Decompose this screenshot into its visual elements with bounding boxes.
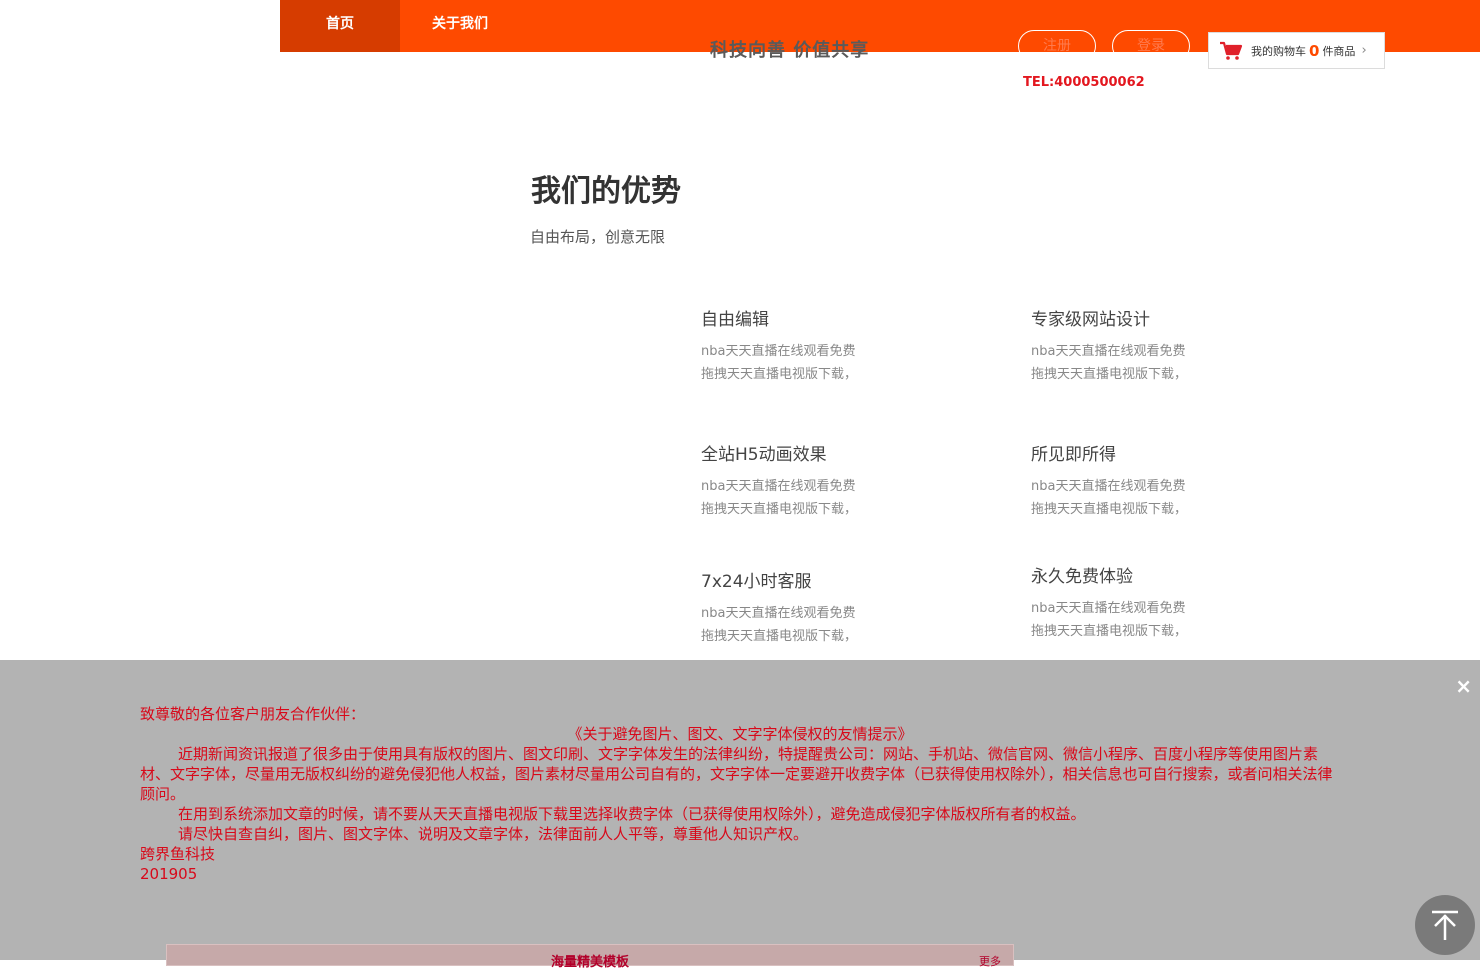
- cart-suffix: 件商品: [1322, 44, 1356, 58]
- notice-paragraph: 请尽快自查自纠，图片、图文字体、说明及文章字体，法律面前人人平等，尊重他人知识产…: [178, 825, 809, 843]
- shopping-cart-button[interactable]: 我的购物车 0 件商品 ›: [1208, 32, 1385, 69]
- site-slogan: 科技向善 价值共享: [710, 40, 870, 61]
- cart-count: 0: [1309, 41, 1320, 60]
- feature-card: 自由编辑 nba天天直播在线观看免费 拖拽天天直播电视版下载，: [701, 305, 941, 384]
- notice-paragraph: 在用到系统添加文章的时候，请不要从天天直播电视版下载里选择收费字体（已获得使用权…: [178, 805, 1086, 823]
- section-subtitle: 自由布局，创意无限: [530, 228, 666, 246]
- notice-greeting: 致尊敬的各位客户朋友合作伙伴：: [140, 705, 366, 723]
- feature-card: 全站H5动画效果 nba天天直播在线观看免费 拖拽天天直播电视版下载，: [701, 440, 941, 519]
- feature-card: 所见即所得 nba天天直播在线观看免费 拖拽天天直播电视版下载，: [1031, 440, 1271, 519]
- nav-item-about[interactable]: 关于我们: [400, 0, 520, 52]
- feature-title: 全站H5动画效果: [701, 445, 827, 465]
- template-banner[interactable]: 海量精美模板 更多: [166, 944, 1014, 970]
- feature-title: 自由编辑: [701, 310, 769, 330]
- feature-description: nba天天直播在线观看免费 拖拽天天直播电视版下载，: [701, 344, 858, 382]
- feature-description: nba天天直播在线观看免费 拖拽天天直播电视版下载，: [1031, 601, 1188, 639]
- close-icon[interactable]: ×: [1455, 674, 1472, 698]
- feature-title: 所见即所得: [1031, 445, 1116, 465]
- feature-description: nba天天直播在线观看免费 拖拽天天直播电视版下载，: [701, 479, 858, 517]
- notice-date: 201905: [140, 865, 198, 883]
- feature-card: 专家级网站设计 nba天天直播在线观看免费 拖拽天天直播电视版下载，: [1031, 305, 1271, 384]
- notice-paragraph: 近期新闻资讯报道了很多由于使用具有版权的图片、图文印刷、文字字体发生的法律纠纷，…: [140, 745, 1333, 803]
- copyright-notice-overlay: × 致尊敬的各位客户朋友合作伙伴： 《关于避免图片、图文、文字字体侵权的友情提示…: [0, 660, 1480, 970]
- copyright-notice: 致尊敬的各位客户朋友合作伙伴： 《关于避免图片、图文、文字字体侵权的友情提示》 …: [140, 704, 1340, 884]
- more-link[interactable]: 更多: [979, 953, 1001, 969]
- cart-icon: [1220, 41, 1243, 60]
- template-banner-title: 海量精美模板: [550, 955, 629, 970]
- feature-title: 永久免费体验: [1031, 567, 1133, 587]
- feature-description: nba天天直播在线观看免费 拖拽天天直播电视版下载，: [1031, 344, 1188, 382]
- feature-description: nba天天直播在线观看免费 拖拽天天直播电视版下载，: [1031, 479, 1188, 517]
- cart-label: 我的购物车: [1251, 44, 1306, 58]
- back-to-top-button[interactable]: [1415, 895, 1475, 955]
- feature-description: nba天天直播在线观看免费 拖拽天天直播电视版下载，: [701, 606, 858, 644]
- section-title: 我们的优势: [531, 174, 681, 209]
- notice-heading: 《关于避免图片、图文、文字字体侵权的友情提示》: [567, 725, 913, 743]
- feature-card: 永久免费体验 nba天天直播在线观看免费 拖拽天天直播电视版下载，: [1031, 562, 1271, 641]
- phone-number: TEL:4000500062: [1023, 75, 1145, 90]
- feature-title: 专家级网站设计: [1031, 310, 1150, 330]
- chevron-right-icon: ›: [1361, 43, 1367, 58]
- notice-company: 跨界鱼科技: [140, 845, 216, 863]
- feature-card: 7x24小时客服 nba天天直播在线观看免费 拖拽天天直播电视版下载，: [701, 567, 941, 646]
- register-button[interactable]: 注册: [1018, 30, 1096, 62]
- arrow-up-icon: [1432, 910, 1458, 940]
- login-button[interactable]: 登录: [1112, 30, 1190, 62]
- nav-item-home[interactable]: 首页: [280, 0, 400, 52]
- feature-title: 7x24小时客服: [701, 572, 812, 592]
